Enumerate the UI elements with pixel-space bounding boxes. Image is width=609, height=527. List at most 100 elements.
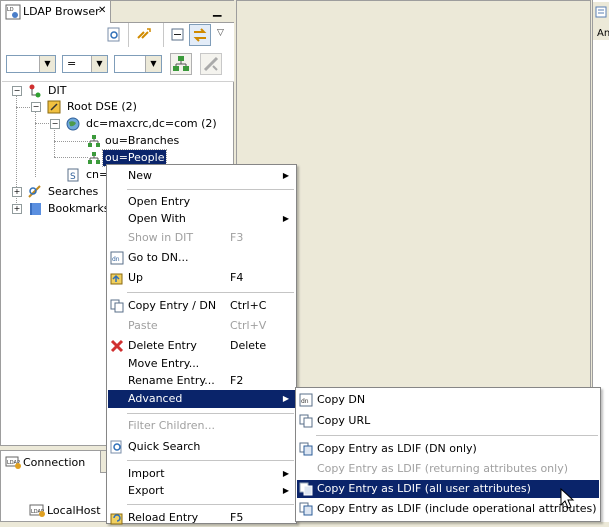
collapse-all-icon [171, 28, 184, 41]
svg-text:LD: LD [7, 7, 14, 13]
collapse-icon[interactable]: − [12, 86, 22, 96]
link-toggle-button[interactable] [189, 24, 211, 46]
menu-item-label: Go to DN... [128, 251, 189, 264]
schema-icon: S [67, 168, 79, 182]
globe-icon [66, 117, 80, 131]
close-icon[interactable]: ✕ [98, 5, 106, 16]
menu-item-rename-entry[interactable]: Rename Entry... F2 [108, 372, 295, 390]
menu-item-label: Copy Entry as LDIF (all user attributes) [317, 482, 531, 495]
svg-text:S: S [70, 172, 76, 182]
operator-combo[interactable]: = ▼ [62, 55, 108, 73]
collapse-icon[interactable]: − [50, 119, 60, 129]
open-search-button[interactable] [105, 26, 123, 44]
menu-item-accelerator: Delete [230, 339, 267, 352]
menu-item-label: Advanced [128, 392, 183, 405]
menu-item-copy-ldif-returning[interactable]: Copy Entry as LDIF (returning attributes… [297, 460, 599, 478]
menu-item-label: Export [128, 484, 165, 497]
outline-icon [595, 6, 607, 18]
minimize-icon[interactable]: ▁ [213, 4, 221, 17]
menu-item-delete-entry[interactable]: Delete Entry Delete [108, 337, 295, 355]
tree-item-label: Searches [48, 185, 99, 198]
connections-icon: LDAP [5, 456, 21, 469]
menu-item-new[interactable]: New ▶ [108, 167, 295, 185]
menu-item-label: Open Entry [128, 195, 191, 208]
link-icon [137, 28, 151, 39]
tab-connections[interactable]: LDAP Connection [1, 451, 101, 473]
submenu-arrow-icon: ▶ [282, 469, 289, 478]
menu-item-reload-entry[interactable]: Reload Entry F5 [108, 509, 295, 527]
tree-item-bookmarks[interactable]: + Bookmarks [1, 201, 111, 217]
tree-item-dit[interactable]: − DIT [1, 83, 101, 99]
menu-item-go-to-dn[interactable]: dn Go to DN... [108, 249, 295, 267]
menu-item-open-entry[interactable]: Open Entry [108, 193, 295, 211]
operator-combo-value: = [67, 57, 77, 70]
menu-item-move-entry[interactable]: Move Entry... [108, 355, 295, 373]
ldif-icon [299, 482, 313, 496]
menu-item-label: Paste [128, 319, 158, 332]
menu-item-copy-entry-dn[interactable]: Copy Entry / DN Ctrl+C [108, 297, 295, 315]
menu-item-export[interactable]: Export ▶ [108, 482, 295, 500]
collapse-all-button[interactable] [169, 26, 187, 44]
menu-item-accelerator: F5 [230, 511, 244, 524]
expand-icon[interactable]: + [12, 187, 22, 197]
menu-item-label: Reload Entry [128, 511, 199, 524]
menu-item-accelerator: F3 [230, 231, 244, 244]
menu-item-label: Rename Entry... [128, 374, 215, 387]
apply-filter-button[interactable] [170, 53, 192, 75]
tab-ldap-browser[interactable]: LD LDAP Browser ✕ [1, 1, 111, 23]
menu-item-copy-ldif-operational[interactable]: Copy Entry as LDIF (include operational … [297, 500, 599, 518]
connection-item[interactable]: LDAP LocalHost [5, 501, 105, 519]
attribute-combo[interactable]: ▼ [6, 55, 56, 73]
menu-item-label: Copy Entry / DN [128, 299, 217, 312]
clear-filter-button[interactable] [200, 53, 222, 75]
menu-item-filter-children[interactable]: Filter Children... [108, 417, 295, 435]
toolbar-separator [128, 23, 129, 47]
chevron-down-icon: ▼ [145, 56, 161, 72]
tree-item-cn[interactable]: S cn= [1, 167, 111, 183]
menu-item-accelerator: F4 [230, 271, 244, 284]
tree-item-dc-maxcrc[interactable]: − dc=maxcrc,dc=com (2) [1, 116, 217, 132]
expand-icon[interactable]: + [12, 204, 22, 214]
collapse-icon[interactable]: − [31, 102, 41, 112]
menu-item-copy-ldif-dn-only[interactable]: Copy Entry as LDIF (DN only) [297, 440, 599, 458]
menu-item-copy-ldif-all-user[interactable]: Copy Entry as LDIF (all user attributes) [297, 480, 599, 498]
ldif-icon [299, 442, 313, 456]
menu-item-label: Move Entry... [128, 357, 200, 370]
link-with-editor-button[interactable] [135, 26, 153, 44]
go-to-dn-icon: dn [110, 251, 124, 265]
menu-item-show-in-dit[interactable]: Show in DIT F3 [108, 229, 295, 247]
menu-item-copy-url[interactable]: Copy URL [297, 412, 599, 430]
view-menu-icon[interactable]: ▽ [217, 28, 224, 38]
tab-label: LDAP Browser [23, 5, 100, 18]
sync-icon [193, 28, 207, 42]
tree-item-label: cn= [86, 168, 109, 181]
menu-item-advanced[interactable]: Advanced ▶ [108, 390, 295, 408]
tree-item-searches[interactable]: + Searches [1, 184, 111, 200]
advanced-submenu: dn Copy DN Copy URL Copy Entry as LDIF (… [295, 387, 601, 522]
org-unit-icon [88, 135, 100, 147]
menu-item-quick-search[interactable]: Quick Search [108, 438, 295, 456]
value-combo[interactable]: ▼ [114, 55, 162, 73]
tree-item-root-dse[interactable]: − Root DSE (2) [1, 99, 141, 115]
root-dse-icon [47, 100, 61, 114]
tree-item-label: dc=maxcrc,dc=com (2) [86, 117, 217, 130]
tree-item-label: Root DSE (2) [67, 100, 137, 113]
menu-item-label: Copy URL [317, 414, 371, 427]
tree-item-label: DIT [48, 84, 67, 97]
connection-label: LocalHost [47, 504, 101, 517]
right-view-tab[interactable]: An [593, 2, 609, 40]
menu-item-up[interactable]: Up F4 [108, 269, 295, 287]
menu-item-open-with[interactable]: Open With ▶ [108, 210, 295, 228]
copy-dn-icon: dn [299, 393, 313, 407]
chevron-down-icon: ▼ [39, 56, 55, 72]
ldif-icon [299, 502, 313, 516]
bookmarks-icon [30, 203, 41, 215]
menu-item-label: Copy Entry as LDIF (include operational … [317, 502, 597, 515]
tree-item-ou-branches[interactable]: ou=Branches [1, 133, 181, 149]
searches-icon [28, 185, 41, 198]
menu-item-copy-dn[interactable]: dn Copy DN [297, 391, 599, 409]
menu-item-paste[interactable]: Paste Ctrl+V [108, 317, 295, 335]
menu-item-label: Filter Children... [128, 419, 215, 432]
menu-item-import[interactable]: Import ▶ [108, 465, 295, 483]
up-icon [110, 273, 123, 285]
